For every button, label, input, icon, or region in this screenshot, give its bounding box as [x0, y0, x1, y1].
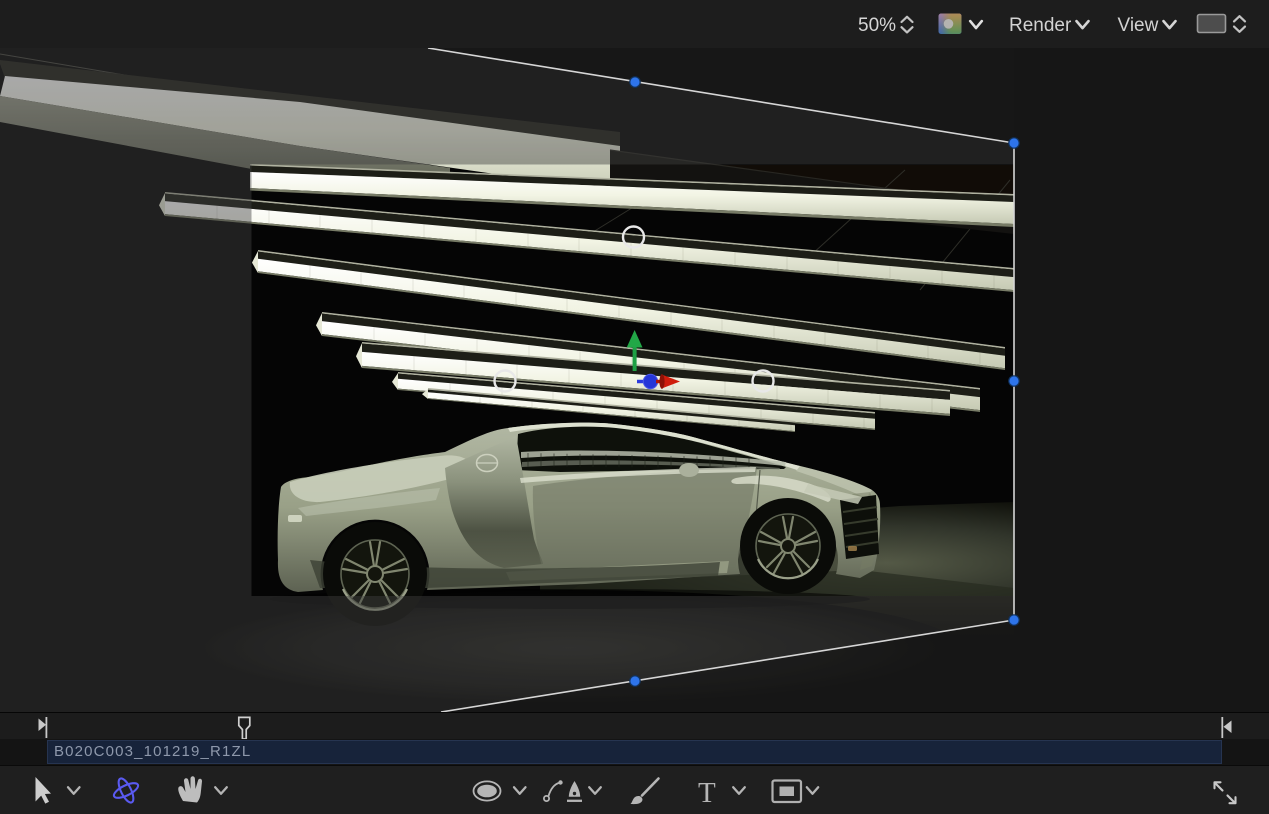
svg-text:Render: Render	[1009, 15, 1072, 36]
svg-text:50%: 50%	[858, 15, 896, 36]
svg-text:View: View	[1118, 15, 1159, 36]
svg-text:T: T	[698, 777, 716, 809]
